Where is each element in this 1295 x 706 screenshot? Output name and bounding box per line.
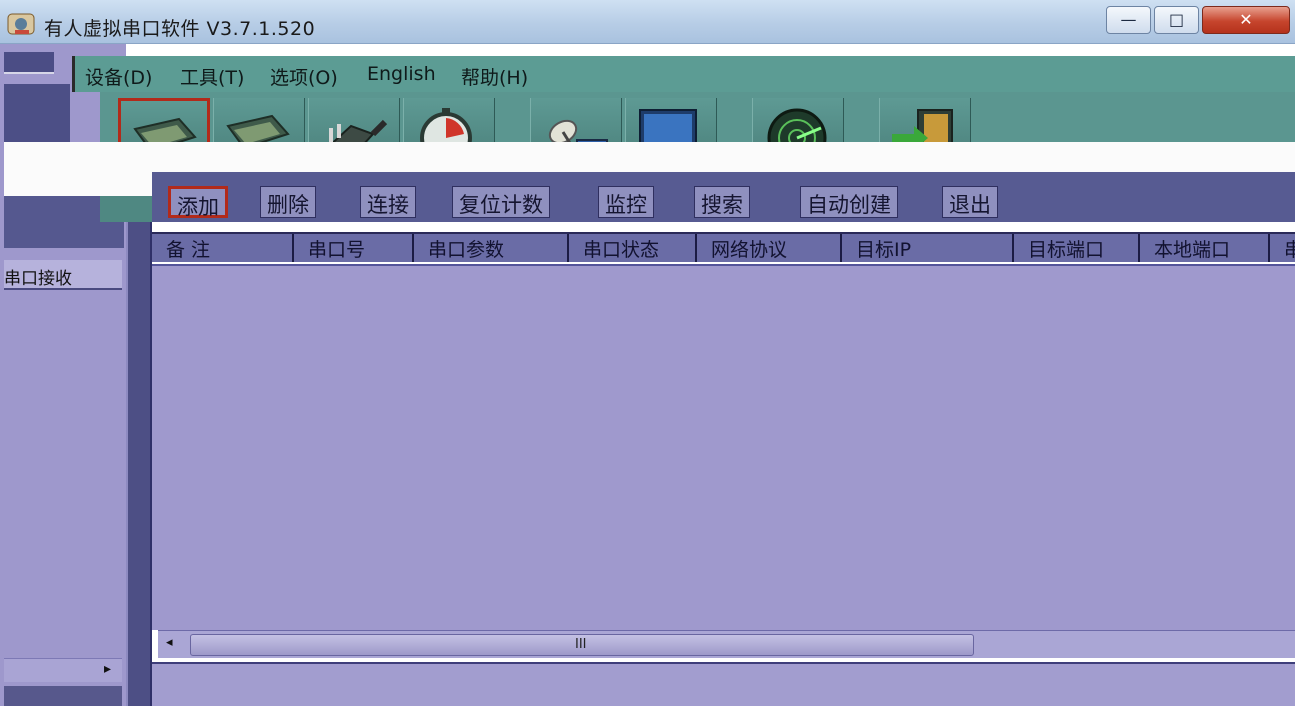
delete-button[interactable]: 删除 [260,186,316,218]
column-header-target-port[interactable]: 目标端口 [1012,234,1138,262]
window-title: 有人虚拟串口软件 V3.7.1.520 [44,18,316,40]
column-header-target-ip[interactable]: 目标IP [840,234,1012,262]
menu-help[interactable]: 帮助(H) [461,63,528,90]
menu-options[interactable]: 选项(O) [270,63,338,90]
scroll-right-icon[interactable]: ▸ [104,661,111,677]
monitor-button[interactable]: 监控 [598,186,654,218]
connect-button[interactable]: 连接 [360,186,416,218]
column-header-note[interactable]: 备 注 [152,234,292,262]
status-bar [152,662,1295,706]
column-header-local-port[interactable]: 本地端口 [1138,234,1268,262]
toolbar-labels: 添加 删除 连接 复位计数 监控 搜索 自动创建 退出 [152,172,1295,222]
reset-count-button[interactable]: 复位计数 [452,186,550,218]
scrollbar-grip: III [575,637,587,652]
auto-create-button[interactable]: 自动创建 [800,186,898,218]
exit-button[interactable]: 退出 [942,186,998,218]
menu-device[interactable]: 设备(D) [85,63,152,90]
column-header-protocol[interactable]: 网络协议 [695,234,840,262]
close-icon: ✕ [1239,10,1253,29]
left-panel-footer [4,686,122,706]
left-scrollbar[interactable]: ▸ [4,658,122,682]
menu-tools[interactable]: 工具(T) [180,63,244,90]
title-bar: 有人虚拟串口软件 V3.7.1.520 — □ ✕ [0,0,1295,44]
column-header-port[interactable]: 串口号 [292,234,412,262]
close-button[interactable]: ✕ [1202,6,1290,34]
scrollbar-thumb[interactable]: III [190,634,974,656]
column-header-port-params[interactable]: 串口参数 [412,234,567,262]
minimize-icon: — [1120,10,1137,29]
port-list-table[interactable] [152,264,1295,630]
left-tab[interactable] [4,52,54,74]
column-header-port-status[interactable]: 串口状态 [567,234,695,262]
maximize-button[interactable]: □ [1154,6,1199,34]
scroll-left-icon[interactable]: ◂ [166,635,173,650]
maximize-icon: □ [1168,10,1185,29]
search-button[interactable]: 搜索 [694,186,750,218]
minimize-button[interactable]: — [1106,6,1151,34]
add-button-label[interactable]: 添加 [168,186,228,219]
app-icon [6,10,38,38]
serial-receive-header: 串口接收 [4,260,122,290]
column-header-more[interactable]: 串 [1268,234,1295,262]
table-header: 备 注 串口号 串口参数 串口状态 网络协议 目标IP 目标端口 本地端口 串 [152,232,1295,262]
horizontal-scrollbar[interactable]: ◂ III [158,630,1295,658]
menu-bar: 设备(D) 工具(T) 选项(O) English 帮助(H) [72,56,1295,92]
menu-english[interactable]: English [367,63,436,85]
